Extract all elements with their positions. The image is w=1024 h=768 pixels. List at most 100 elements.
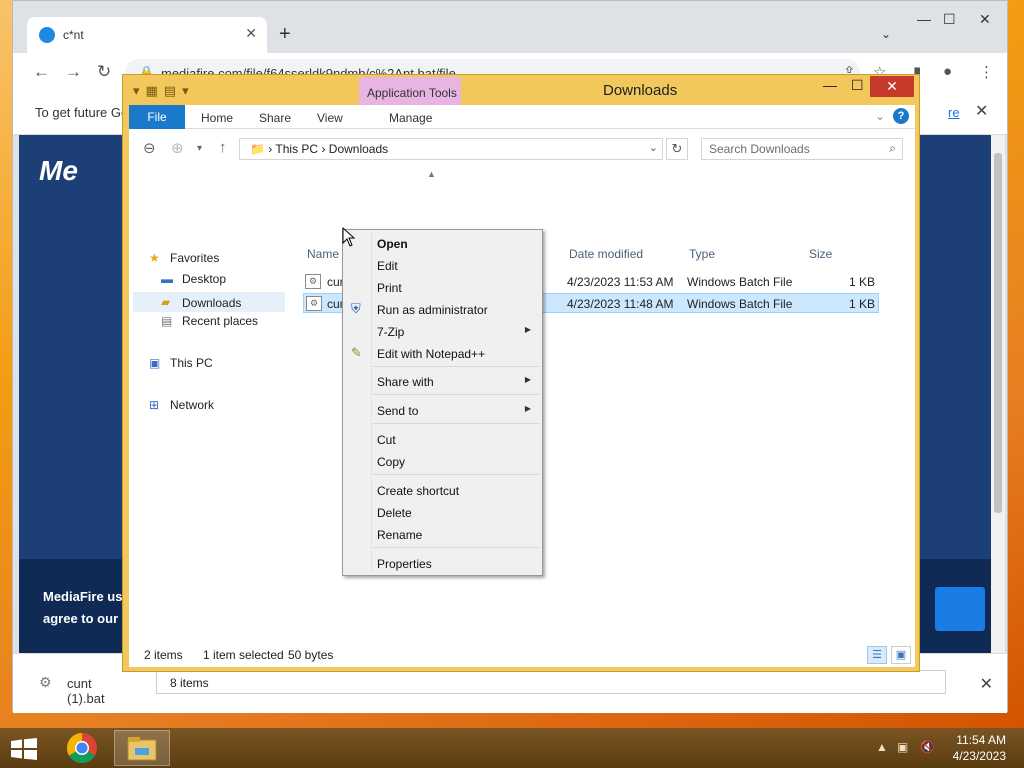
forward-arrow-icon[interactable]: → (65, 62, 82, 82)
mediafire-logo[interactable]: Me (39, 155, 78, 187)
status-selected-count: 1 item selected (203, 648, 284, 662)
download-filename[interactable]: cunt (1).bat (67, 676, 105, 706)
back-arrow-icon[interactable]: ← (33, 62, 50, 82)
star-icon: ★ (149, 251, 160, 265)
nav-recent-places[interactable]: ▤ Recent places (161, 314, 258, 334)
menu-label: Cut (377, 433, 396, 447)
network-tray-icon[interactable]: ▣ (897, 740, 908, 754)
search-downloads-input[interactable]: Search Downloads ⌕ (701, 138, 903, 160)
chrome-menu-icon[interactable]: ⋮ (979, 63, 994, 81)
volume-muted-icon[interactable]: 🔇 (920, 740, 935, 754)
nav-this-pc-label: This PC (170, 356, 213, 370)
menu-item-edit[interactable]: Edit (345, 254, 541, 276)
menu-item-open[interactable]: Open (345, 232, 541, 254)
taskbar-explorer-button[interactable] (114, 730, 170, 766)
explorer-minimize-button[interactable]: — (823, 77, 837, 93)
expand-ribbon-icon[interactable]: ⌄ (875, 109, 885, 123)
menu-item-copy[interactable]: Copy (345, 450, 541, 472)
ribbon-tabs: File Home Share View Manage ⌄ ? (129, 105, 915, 129)
scrollbar-thumb[interactable] (994, 153, 1002, 513)
help-icon[interactable]: ? (893, 108, 909, 124)
explorer-titlebar[interactable]: ▾▦▤▾ Application Tools Downloads — ☐ ✕ (123, 75, 919, 125)
clock-date: 4/23/2023 (952, 749, 1006, 763)
tab-share[interactable]: Share (259, 111, 291, 125)
menu-label: 7-Zip (377, 325, 405, 339)
nav-downloads[interactable]: ▰ Downloads (133, 292, 285, 312)
column-name[interactable]: Name (307, 247, 339, 261)
breadcrumb-downloads[interactable]: Downloads (329, 142, 388, 156)
reload-icon[interactable]: ↻ (97, 62, 111, 82)
explorer-status-bar: 2 items 1 item selected 50 bytes ☰ ▣ (129, 643, 915, 667)
chrome-close-button[interactable]: ✕ (979, 11, 991, 28)
search-icon[interactable]: ⌕ (889, 141, 896, 156)
breadcrumb-this-pc[interactable]: This PC (275, 142, 318, 156)
breadcrumb[interactable]: 📁 › This PC › Downloads (250, 142, 388, 156)
explorer-address-bar[interactable]: 📁 › This PC › Downloads ⌄ (239, 138, 663, 160)
explorer-back-icon[interactable]: ⊖ (143, 139, 156, 157)
explorer-close-button[interactable]: ✕ (870, 76, 914, 97)
status-selected-size: 50 bytes (288, 648, 334, 662)
column-size[interactable]: Size (809, 247, 832, 261)
menu-item-edit-notepadpp[interactable]: ✎ Edit with Notepad++ (345, 342, 541, 364)
tab-manage[interactable]: Manage (389, 111, 432, 125)
menu-item-rename[interactable]: Rename (345, 523, 541, 545)
tab-search-icon[interactable]: ⌄ (881, 27, 891, 41)
quick-access-toolbar[interactable]: ▾▦▤▾ (133, 83, 195, 99)
tab-view[interactable]: View (317, 111, 343, 125)
nav-desktop[interactable]: ▬ Desktop (161, 272, 226, 292)
infobar-close-icon[interactable]: ✕ (975, 101, 988, 121)
explorer-forward-icon[interactable]: ⊕ (171, 139, 184, 157)
background-explorer-statusbar: 8 items (156, 670, 946, 694)
menu-item-delete[interactable]: Delete (345, 501, 541, 523)
cookie-text-line2: agree to our P (43, 611, 131, 626)
cookie-accept-button[interactable] (935, 587, 985, 631)
tab-close-icon[interactable]: ✕ (245, 25, 257, 42)
menu-item-send-to[interactable]: Send to ▶ (345, 399, 541, 421)
cookie-text-line1: MediaFire use (43, 589, 130, 604)
browser-tab[interactable]: c*nt ✕ (27, 17, 267, 53)
page-scrollbar[interactable] (991, 135, 1005, 653)
chrome-maximize-button[interactable]: ☐ (943, 11, 956, 28)
menu-label: Run as administrator (377, 303, 488, 317)
explorer-maximize-button[interactable]: ☐ (851, 77, 864, 94)
file-date: 4/23/2023 11:53 AM (567, 275, 674, 289)
column-type[interactable]: Type (689, 247, 715, 261)
show-hidden-icons-icon[interactable]: ▲ (876, 740, 888, 754)
nav-network[interactable]: ⊞ Network (149, 398, 214, 418)
submenu-arrow-icon: ▶ (524, 325, 531, 334)
taskbar-chrome-button[interactable] (54, 730, 110, 766)
menu-label: Create shortcut (377, 484, 460, 498)
menu-item-7zip[interactable]: 7-Zip ▶ (345, 320, 541, 342)
nav-this-pc[interactable]: ▣ This PC (149, 356, 213, 376)
details-view-icon[interactable]: ☰ (867, 646, 887, 664)
refresh-icon[interactable]: ↻ (666, 138, 688, 160)
tab-home[interactable]: Home (201, 111, 233, 125)
address-dropdown-icon[interactable]: ⌄ (649, 141, 658, 154)
menu-label: Edit (377, 259, 398, 273)
menu-label: Copy (377, 455, 406, 469)
new-tab-button[interactable]: + (279, 23, 291, 46)
tab-file[interactable]: File (129, 105, 185, 129)
menu-item-share-with[interactable]: Share with ▶ (345, 370, 541, 392)
menu-item-properties[interactable]: Properties (345, 552, 541, 574)
column-date-modified[interactable]: Date modified (569, 247, 643, 261)
up-folder-icon[interactable]: ↑ (219, 139, 227, 156)
clock-time: 11:54 AM (956, 733, 1006, 747)
menu-item-print[interactable]: Print (345, 276, 541, 298)
windows-start-icon[interactable] (10, 738, 38, 760)
recent-locations-icon[interactable]: ▾ (197, 143, 202, 154)
shelf-close-icon[interactable]: ✕ (980, 674, 993, 694)
menu-item-run-as-admin[interactable]: ⛨ Run as administrator (345, 298, 541, 320)
infobar-link[interactable]: re (948, 105, 960, 120)
large-icons-view-icon[interactable]: ▣ (891, 646, 911, 664)
profile-avatar-icon[interactable]: ● (943, 63, 952, 80)
mouse-cursor-icon (342, 227, 356, 247)
menu-item-create-shortcut[interactable]: Create shortcut (345, 479, 541, 501)
notepadpp-icon: ✎ (351, 345, 362, 360)
file-explorer-icon (127, 737, 157, 761)
network-icon: ⊞ (149, 398, 160, 412)
chrome-minimize-button[interactable]: — (917, 11, 931, 27)
nav-favorites[interactable]: ★ Favorites (149, 251, 219, 271)
menu-item-cut[interactable]: Cut (345, 428, 541, 450)
clock[interactable]: 11:54 AM 4/23/2023 (953, 732, 1006, 764)
